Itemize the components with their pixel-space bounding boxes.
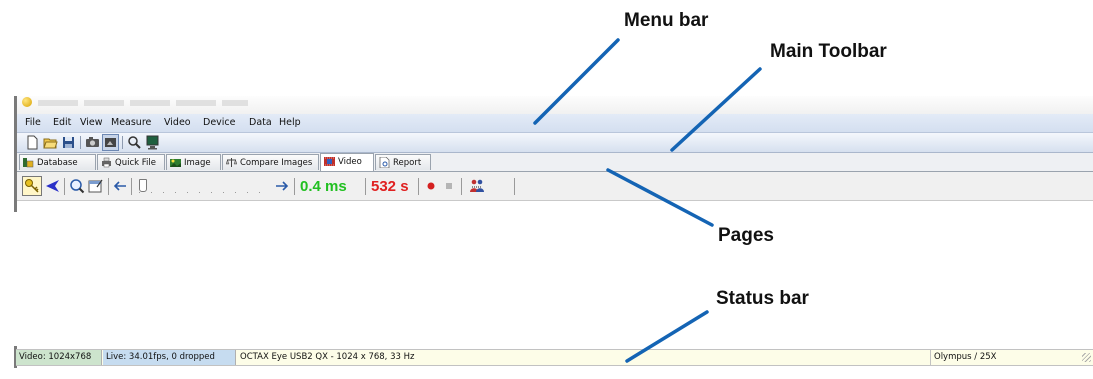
menu-file[interactable]: File xyxy=(25,117,41,128)
save-icon[interactable] xyxy=(61,135,76,150)
tab-video[interactable]: Video xyxy=(320,153,374,171)
toolbar-separator xyxy=(418,178,419,195)
printer-icon xyxy=(102,157,111,168)
toolbar-separator xyxy=(108,178,109,195)
tab-image[interactable]: Image xyxy=(166,154,221,170)
recording-duration: 532 s xyxy=(371,178,409,195)
record-icon[interactable] xyxy=(427,182,435,190)
tab-label: Compare Images xyxy=(240,158,313,168)
toolbar-separator xyxy=(131,178,132,195)
tab-label: Video xyxy=(338,157,362,167)
menu-data[interactable]: Data xyxy=(249,117,272,128)
zoom-settings-icon[interactable] xyxy=(69,178,85,194)
step-forward-icon[interactable] xyxy=(275,180,289,192)
properties-icon[interactable] xyxy=(88,178,104,194)
pages-tabs: Database Quick File Image Compare Images… xyxy=(17,153,1093,172)
video-icon xyxy=(324,157,335,166)
app-logo-icon xyxy=(22,97,32,107)
exposure-time: 0.4 ms xyxy=(300,178,347,195)
report-icon xyxy=(379,157,390,168)
status-bar-callout: Status bar xyxy=(716,288,809,309)
camera-icon[interactable] xyxy=(85,135,100,150)
tab-database[interactable]: Database xyxy=(19,154,96,170)
menu-bar: File Edit View Measure Video Device Data… xyxy=(17,114,1093,133)
image-icon xyxy=(170,159,181,167)
status-video-size: Video: 1024x768 xyxy=(16,350,102,365)
toolbar-separator xyxy=(64,178,65,195)
open-folder-icon[interactable] xyxy=(43,135,58,150)
step-back-icon[interactable] xyxy=(113,180,127,192)
tab-compare-images[interactable]: Compare Images xyxy=(222,154,319,170)
slider[interactable] xyxy=(137,177,267,195)
tab-label: Image xyxy=(184,158,211,168)
status-camera-info: OCTAX Eye USB2 QX - 1024 x 768, 33 Hz xyxy=(240,352,415,362)
menu-bar-callout: Menu bar xyxy=(624,10,709,31)
back-arrow-icon[interactable] xyxy=(44,178,60,194)
video-toolbar: 0.4 ms 532 s xyxy=(17,172,1093,201)
tab-label: Quick File xyxy=(115,158,156,168)
resize-grip-icon[interactable] xyxy=(1082,353,1091,362)
zoom-icon[interactable] xyxy=(127,135,142,150)
menu-help[interactable]: Help xyxy=(279,117,301,128)
pages-callout: Pages xyxy=(718,225,774,246)
tab-quick-file[interactable]: Quick File xyxy=(97,154,165,170)
stop-icon[interactable] xyxy=(445,182,453,190)
slider-ticks xyxy=(139,192,265,193)
app-window: File Edit View Measure Video Device Data… xyxy=(14,96,1093,212)
status-objective: Olympus / 25X xyxy=(930,350,1080,365)
toolbar-separator xyxy=(294,178,295,195)
tab-label: Database xyxy=(37,158,78,168)
status-window: Video: 1024x768 Live: 34.01fps, 0 droppe… xyxy=(14,346,1093,368)
database-icon xyxy=(23,158,34,168)
main-toolbar-callout: Main Toolbar xyxy=(770,41,887,62)
tab-label: Report xyxy=(393,158,422,168)
window-left-edge xyxy=(14,96,17,212)
menu-video[interactable]: Video xyxy=(164,117,191,128)
title-bar xyxy=(14,96,1093,114)
status-live-fps: Live: 34.01fps, 0 dropped xyxy=(103,350,236,365)
menu-device[interactable]: Device xyxy=(203,117,236,128)
monitor-icon[interactable] xyxy=(145,135,160,150)
compare-icon xyxy=(226,158,237,167)
toolbar-separator xyxy=(514,178,515,195)
menu-measure[interactable]: Measure xyxy=(111,117,151,128)
slider-thumb[interactable] xyxy=(139,179,147,192)
toolbar-separator xyxy=(80,136,81,149)
new-icon[interactable] xyxy=(25,135,40,150)
main-toolbar xyxy=(17,133,1093,153)
toolbar-separator xyxy=(461,178,462,195)
key-icon[interactable] xyxy=(22,176,42,196)
status-bar: Video: 1024x768 Live: 34.01fps, 0 droppe… xyxy=(16,349,1093,366)
menu-edit[interactable]: Edit xyxy=(53,117,71,128)
toolbar-separator xyxy=(365,178,366,195)
live-view-icon[interactable] xyxy=(102,134,119,151)
window-title xyxy=(38,100,248,106)
people-icon[interactable] xyxy=(469,178,485,194)
toolbar-separator xyxy=(122,136,123,149)
tab-report[interactable]: Report xyxy=(375,154,431,170)
menu-view[interactable]: View xyxy=(80,117,103,128)
